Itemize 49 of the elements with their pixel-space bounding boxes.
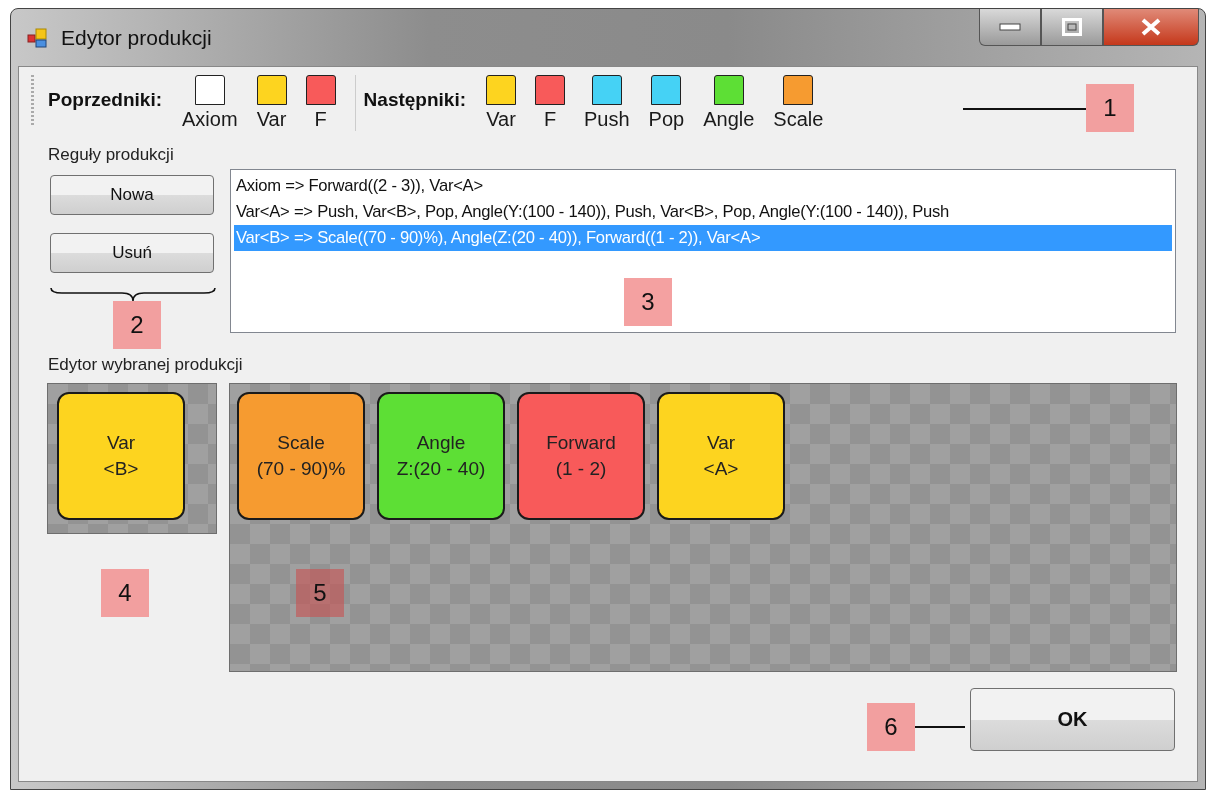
production-tile[interactable]: Var <B>	[57, 392, 185, 520]
callout-label: 1	[1086, 84, 1134, 132]
maximize-icon	[1062, 18, 1082, 36]
rule-item[interactable]: Axiom => Forward((2 - 3)), Var<A>	[234, 173, 1172, 199]
swatch-label: F	[314, 107, 327, 131]
color-swatch[interactable]	[783, 75, 814, 105]
callout-label: 5	[296, 569, 344, 617]
maximize-button[interactable]	[1041, 9, 1103, 46]
callout-label: 6	[867, 703, 915, 751]
swatch-label: F	[543, 107, 557, 131]
swatch-label: Axiom	[182, 107, 238, 131]
swatch-label: Push	[584, 107, 630, 131]
production-tile[interactable]: Angle Z:(20 - 40)	[377, 392, 505, 520]
color-swatch[interactable]	[486, 75, 516, 105]
leader-line	[915, 726, 965, 728]
window-title: Edytor produkcji	[61, 25, 212, 50]
rule-item[interactable]: Var<A> => Push, Var<B>, Pop, Angle(Y:(100 - 140)), Push, Var<B>, Pop, Angle(Y:(100 - 140)), Push	[234, 199, 1172, 225]
production-tile[interactable]: Scale (70 - 90)%	[237, 392, 365, 520]
swatch-label: Var	[256, 107, 287, 131]
close-button[interactable]	[1103, 9, 1199, 46]
color-swatch[interactable]	[535, 75, 565, 105]
close-icon	[1140, 18, 1162, 36]
section-label: Poprzedniki:	[48, 89, 162, 111]
minimize-button[interactable]	[979, 9, 1041, 46]
color-swatch[interactable]	[256, 75, 287, 105]
color-swatch[interactable]	[194, 75, 225, 105]
swatch-label: Pop	[648, 107, 685, 131]
ok-button[interactable]: OK	[970, 688, 1175, 751]
rule-button[interactable]: Usuń	[50, 233, 214, 273]
swatch-label: Var	[486, 107, 516, 131]
production-tile[interactable]: Var <A>	[657, 392, 785, 520]
color-swatch[interactable]	[591, 75, 622, 105]
color-swatch[interactable]	[305, 75, 336, 105]
app-icon	[27, 26, 49, 49]
section-label: Następniki:	[363, 89, 466, 111]
rule-button[interactable]: Nowa	[50, 175, 214, 215]
swatch-label: Scale	[773, 107, 824, 131]
callout-label: 2	[113, 301, 161, 349]
color-swatch[interactable]	[713, 75, 744, 105]
callout-label: 3	[624, 278, 672, 326]
callout-label: 4	[101, 569, 149, 617]
section-label: Reguły produkcji	[48, 145, 175, 166]
production-tile[interactable]: Forward (1 - 2)	[517, 392, 645, 520]
minimize-icon	[999, 23, 1021, 31]
section-label: Edytor wybranej produkcji	[48, 355, 244, 376]
swatch-label: Angle	[703, 107, 755, 131]
brace-icon	[50, 287, 216, 303]
color-swatch[interactable]	[651, 75, 682, 105]
rules-list[interactable]	[230, 169, 1176, 333]
